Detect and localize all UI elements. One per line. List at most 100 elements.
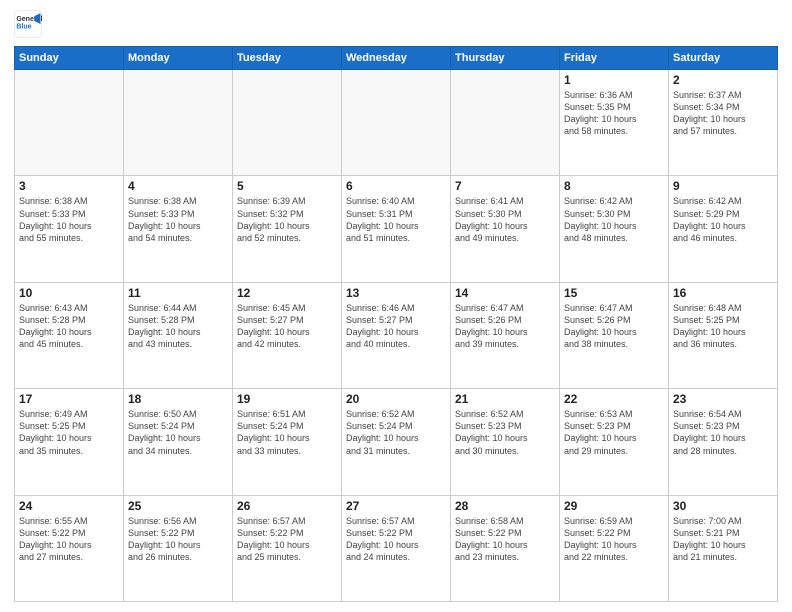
calendar-cell (124, 70, 233, 176)
cell-info: Sunrise: 6:47 AM Sunset: 5:26 PM Dayligh… (564, 302, 664, 351)
day-number: 17 (19, 392, 119, 406)
cell-info: Sunrise: 6:53 AM Sunset: 5:23 PM Dayligh… (564, 408, 664, 457)
cell-info: Sunrise: 6:57 AM Sunset: 5:22 PM Dayligh… (237, 515, 337, 564)
cell-info: Sunrise: 6:39 AM Sunset: 5:32 PM Dayligh… (237, 195, 337, 244)
day-number: 24 (19, 499, 119, 513)
cell-info: Sunrise: 6:59 AM Sunset: 5:22 PM Dayligh… (564, 515, 664, 564)
calendar-cell: 20 Sunrise: 6:52 AM Sunset: 5:24 PM Dayli… (342, 389, 451, 495)
calendar-cell: 2 Sunrise: 6:37 AM Sunset: 5:34 PM Daylig… (669, 70, 778, 176)
calendar-cell: 15Sunrise: 6:47 AM Sunset: 5:26 PM Dayli… (560, 282, 669, 388)
weekday-thursday: Thursday (451, 47, 560, 70)
calendar-cell: 19 Sunrise: 6:51 AM Sunset: 5:24 PM Dayli… (233, 389, 342, 495)
day-number: 27 (346, 499, 446, 513)
calendar-cell (342, 70, 451, 176)
cell-info: Sunrise: 6:54 AM Sunset: 5:23 PM Dayligh… (673, 408, 773, 457)
cell-info: Sunrise: 6:42 AM Sunset: 5:29 PM Dayligh… (673, 195, 773, 244)
calendar-cell: 3 Sunrise: 6:38 AM Sunset: 5:33 PM Daylig… (15, 176, 124, 282)
weekday-sunday: Sunday (15, 47, 124, 70)
day-number: 3 (19, 179, 119, 193)
weekday-tuesday: Tuesday (233, 47, 342, 70)
cell-info: Sunrise: 6:47 AM Sunset: 5:26 PM Dayligh… (455, 302, 555, 351)
calendar-cell: 8 Sunrise: 6:42 AM Sunset: 5:30 PM Daylig… (560, 176, 669, 282)
day-number: 14 (455, 286, 555, 300)
weekday-monday: Monday (124, 47, 233, 70)
calendar-cell: 16 Sunrise: 6:48 AM Sunset: 5:25 PM Dayli… (669, 282, 778, 388)
calendar-cell: 9 Sunrise: 6:42 AM Sunset: 5:29 PM Daylig… (669, 176, 778, 282)
week-row-3: 17 Sunrise: 6:49 AM Sunset: 5:25 PM Dayli… (15, 389, 778, 495)
calendar-cell: 5 Sunrise: 6:39 AM Sunset: 5:32 PM Daylig… (233, 176, 342, 282)
calendar-cell: 18 Sunrise: 6:50 AM Sunset: 5:24 PM Dayli… (124, 389, 233, 495)
weekday-header-row: SundayMondayTuesdayWednesdayThursdayFrid… (15, 47, 778, 70)
calendar-cell: 25 Sunrise: 6:56 AM Sunset: 5:22 PM Dayli… (124, 495, 233, 601)
cell-info: Sunrise: 6:45 AM Sunset: 5:27 PM Dayligh… (237, 302, 337, 351)
week-row-0: 1 Sunrise: 6:36 AM Sunset: 5:35 PM Daylig… (15, 70, 778, 176)
day-number: 26 (237, 499, 337, 513)
cell-info: Sunrise: 6:56 AM Sunset: 5:22 PM Dayligh… (128, 515, 228, 564)
cell-info: Sunrise: 6:40 AM Sunset: 5:31 PM Dayligh… (346, 195, 446, 244)
calendar-cell: 22 Sunrise: 6:53 AM Sunset: 5:23 PM Dayli… (560, 389, 669, 495)
cell-info: Sunrise: 6:38 AM Sunset: 5:33 PM Dayligh… (128, 195, 228, 244)
svg-text:Blue: Blue (16, 24, 31, 31)
cell-info: Sunrise: 6:38 AM Sunset: 5:33 PM Dayligh… (19, 195, 119, 244)
day-number: 2 (673, 73, 773, 87)
day-number: 19 (237, 392, 337, 406)
calendar-cell: 7Sunrise: 6:41 AM Sunset: 5:30 PM Daylig… (451, 176, 560, 282)
cell-info: Sunrise: 6:50 AM Sunset: 5:24 PM Dayligh… (128, 408, 228, 457)
day-number: 28 (455, 499, 555, 513)
day-number: 1 (564, 73, 664, 87)
logo: General Blue (14, 10, 42, 38)
cell-info: Sunrise: 6:46 AM Sunset: 5:27 PM Dayligh… (346, 302, 446, 351)
cell-info: Sunrise: 6:49 AM Sunset: 5:25 PM Dayligh… (19, 408, 119, 457)
day-number: 13 (346, 286, 446, 300)
day-number: 11 (128, 286, 228, 300)
day-number: 12 (237, 286, 337, 300)
calendar-cell: 10Sunrise: 6:43 AM Sunset: 5:28 PM Dayli… (15, 282, 124, 388)
calendar-cell (233, 70, 342, 176)
calendar-cell: 17 Sunrise: 6:49 AM Sunset: 5:25 PM Dayli… (15, 389, 124, 495)
day-number: 30 (673, 499, 773, 513)
calendar-cell: 21 Sunrise: 6:52 AM Sunset: 5:23 PM Dayli… (451, 389, 560, 495)
cell-info: Sunrise: 6:58 AM Sunset: 5:22 PM Dayligh… (455, 515, 555, 564)
calendar-cell: 23 Sunrise: 6:54 AM Sunset: 5:23 PM Dayli… (669, 389, 778, 495)
cell-info: Sunrise: 6:55 AM Sunset: 5:22 PM Dayligh… (19, 515, 119, 564)
calendar-cell: 27 Sunrise: 6:57 AM Sunset: 5:22 PM Dayli… (342, 495, 451, 601)
calendar-cell: 24 Sunrise: 6:55 AM Sunset: 5:22 PM Dayli… (15, 495, 124, 601)
cell-info: Sunrise: 6:52 AM Sunset: 5:23 PM Dayligh… (455, 408, 555, 457)
day-number: 25 (128, 499, 228, 513)
day-number: 23 (673, 392, 773, 406)
logo-icon: General Blue (14, 10, 42, 38)
cell-info: Sunrise: 6:51 AM Sunset: 5:24 PM Dayligh… (237, 408, 337, 457)
day-number: 22 (564, 392, 664, 406)
day-number: 20 (346, 392, 446, 406)
day-number: 16 (673, 286, 773, 300)
weekday-friday: Friday (560, 47, 669, 70)
cell-info: Sunrise: 6:57 AM Sunset: 5:22 PM Dayligh… (346, 515, 446, 564)
day-number: 8 (564, 179, 664, 193)
page: General Blue SundayMondayTuesdayWednesda… (0, 0, 792, 612)
week-row-4: 24 Sunrise: 6:55 AM Sunset: 5:22 PM Dayli… (15, 495, 778, 601)
weekday-wednesday: Wednesday (342, 47, 451, 70)
calendar-cell: 13 Sunrise: 6:46 AM Sunset: 5:27 PM Dayli… (342, 282, 451, 388)
cell-info: Sunrise: 7:00 AM Sunset: 5:21 PM Dayligh… (673, 515, 773, 564)
day-number: 9 (673, 179, 773, 193)
cell-info: Sunrise: 6:48 AM Sunset: 5:25 PM Dayligh… (673, 302, 773, 351)
calendar-cell (15, 70, 124, 176)
calendar-cell: 12 Sunrise: 6:45 AM Sunset: 5:27 PM Dayli… (233, 282, 342, 388)
cell-info: Sunrise: 6:37 AM Sunset: 5:34 PM Dayligh… (673, 89, 773, 138)
calendar-cell: 1 Sunrise: 6:36 AM Sunset: 5:35 PM Daylig… (560, 70, 669, 176)
cell-info: Sunrise: 6:36 AM Sunset: 5:35 PM Dayligh… (564, 89, 664, 138)
cell-info: Sunrise: 6:52 AM Sunset: 5:24 PM Dayligh… (346, 408, 446, 457)
header: General Blue (14, 10, 778, 38)
cell-info: Sunrise: 6:43 AM Sunset: 5:28 PM Dayligh… (19, 302, 119, 351)
day-number: 5 (237, 179, 337, 193)
cell-info: Sunrise: 6:41 AM Sunset: 5:30 PM Dayligh… (455, 195, 555, 244)
calendar-table: SundayMondayTuesdayWednesdayThursdayFrid… (14, 46, 778, 602)
day-number: 21 (455, 392, 555, 406)
day-number: 18 (128, 392, 228, 406)
week-row-1: 3 Sunrise: 6:38 AM Sunset: 5:33 PM Daylig… (15, 176, 778, 282)
calendar-cell: 29 Sunrise: 6:59 AM Sunset: 5:22 PM Dayli… (560, 495, 669, 601)
day-number: 29 (564, 499, 664, 513)
week-row-2: 10Sunrise: 6:43 AM Sunset: 5:28 PM Dayli… (15, 282, 778, 388)
calendar-cell (451, 70, 560, 176)
cell-info: Sunrise: 6:42 AM Sunset: 5:30 PM Dayligh… (564, 195, 664, 244)
